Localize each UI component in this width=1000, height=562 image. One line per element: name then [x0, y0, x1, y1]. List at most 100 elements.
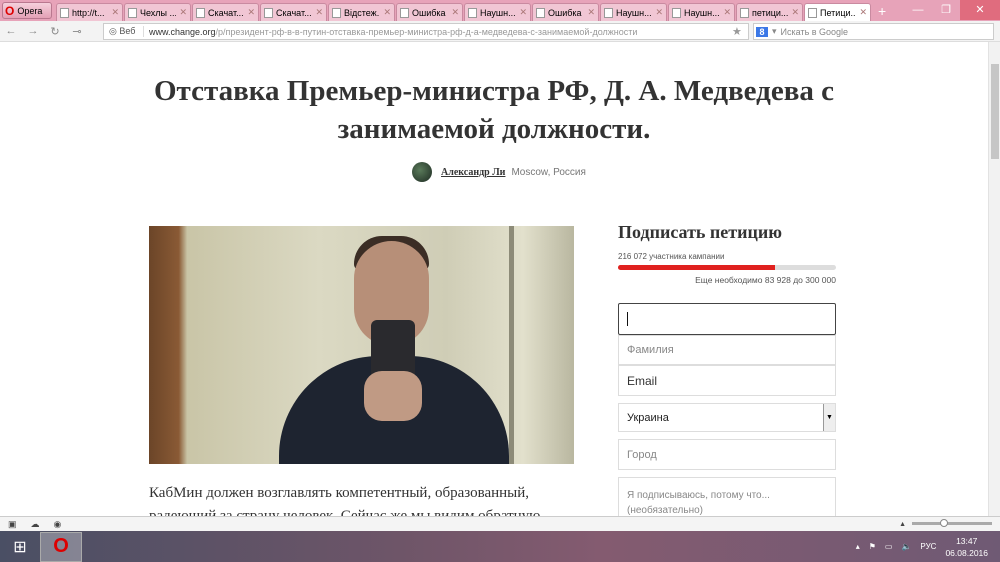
scrollbar[interactable]: [988, 42, 1000, 516]
browser-tab[interactable]: Наушн... ✕: [600, 3, 667, 21]
browser-tab[interactable]: Скачат... ✕: [260, 3, 327, 21]
clock-date: 06.08.2016: [945, 547, 988, 558]
clock-time: 13:47: [956, 535, 978, 546]
avatar[interactable]: [412, 162, 432, 182]
tab-bar: O Opera http://t... ✕ Чехлы ... ✕ Скачат... ✕ С…: [0, 0, 1000, 21]
tab-title: Петици...: [820, 7, 857, 18]
favicon-icon: [264, 7, 273, 18]
web-label: Веб: [119, 26, 136, 36]
zoom-slider[interactable]: [912, 519, 992, 527]
taskbar: ⊞ O ▴ ⚑ ▭ 🔈 РУС 13:47 06.08.2016: [0, 531, 1000, 562]
chevron-down-icon[interactable]: ▼: [823, 404, 835, 431]
back-icon[interactable]: ←: [0, 25, 22, 37]
last-name-input[interactable]: Фамилия: [618, 335, 836, 365]
tab-title: Чехлы ...: [140, 7, 177, 18]
supporter-count: 216 072 участника кампании: [618, 252, 725, 261]
bookmark-star-icon[interactable]: ★: [732, 25, 748, 38]
close-tab-icon[interactable]: ✕: [655, 7, 663, 18]
maximize-button[interactable]: ❐: [932, 0, 960, 20]
tab-title: Ошибка: [548, 7, 582, 18]
country-select[interactable]: Украина ▼: [618, 403, 836, 432]
opera-menu-label: Opera: [17, 5, 43, 16]
browser-tab[interactable]: Скачат... ✕: [192, 3, 259, 21]
tab-title: http://t...: [72, 7, 105, 18]
browser-tab[interactable]: Наушн... ✕: [668, 3, 735, 21]
zoom-icon: ▲: [899, 520, 906, 528]
reason-placeholder: Я подписываюсь, потому что... (необязате…: [627, 490, 770, 516]
network-icon[interactable]: ▭: [885, 542, 893, 551]
first-name-input[interactable]: [618, 303, 836, 335]
browser-tab[interactable]: Петици... ✕: [804, 3, 871, 21]
favicon-icon: [400, 7, 409, 18]
close-tab-icon[interactable]: ✕: [111, 7, 119, 18]
tab-title: Відстеж...: [344, 7, 381, 18]
tab-title: петици...: [752, 7, 789, 18]
url-input[interactable]: ◎ Веб www.change.org/p/президент-рф-в-в-…: [103, 23, 749, 40]
tab-title: Наушн...: [616, 7, 652, 18]
close-window-button[interactable]: ✕: [960, 0, 1000, 20]
browser-tab[interactable]: Ошибка ✕: [396, 3, 463, 21]
browser-tab[interactable]: Ошибка ✕: [532, 3, 599, 21]
author-line: Александр Ли Moscow, Россия: [412, 162, 586, 182]
favicon-icon: [468, 7, 477, 18]
close-tab-icon[interactable]: ✕: [723, 7, 731, 18]
key-icon[interactable]: ⊸: [66, 25, 88, 38]
city-placeholder: Город: [627, 448, 657, 461]
zoom-slider-handle[interactable]: [940, 519, 948, 527]
volume-icon[interactable]: 🔈: [901, 542, 911, 551]
tray-expand-icon[interactable]: ▴: [856, 542, 860, 551]
favicon-icon: [672, 7, 681, 18]
close-tab-icon[interactable]: ✕: [179, 7, 187, 18]
language-indicator[interactable]: РУС: [920, 542, 936, 551]
page-content: Отставка Премьер-министра РФ, Д. А. Медв…: [0, 42, 988, 516]
close-tab-icon[interactable]: ✕: [791, 7, 799, 18]
signatures-needed: Еще необходимо 83 928 до 300 000: [695, 275, 836, 285]
city-input[interactable]: Город: [618, 439, 836, 470]
search-placeholder: Искать в Google: [780, 26, 849, 37]
clock[interactable]: 13:47 06.08.2016: [945, 535, 988, 559]
tab-title: Ошибка: [412, 7, 446, 18]
browser-tab[interactable]: петици... ✕: [736, 3, 803, 21]
reason-textarea[interactable]: Я подписываюсь, потому что... (необязате…: [618, 477, 836, 516]
opera-menu-button[interactable]: O Opera: [2, 2, 52, 19]
close-tab-icon[interactable]: ✕: [859, 7, 867, 18]
favicon-icon: [332, 7, 341, 18]
close-tab-icon[interactable]: ✕: [247, 7, 255, 18]
new-tab-button[interactable]: +: [878, 3, 886, 19]
scrollbar-thumb[interactable]: [991, 64, 999, 159]
petition-text: КабМин должен возглавлять компетентный, …: [149, 485, 541, 516]
reload-icon[interactable]: ↻: [44, 25, 66, 38]
url-domain: www.change.org: [149, 26, 216, 37]
favicon-icon: [60, 7, 69, 18]
close-tab-icon[interactable]: ✕: [383, 7, 391, 18]
progress-fill: [618, 265, 775, 270]
windows-start-icon[interactable]: ⊞: [0, 537, 40, 557]
close-tab-icon[interactable]: ✕: [315, 7, 323, 18]
browser-tab[interactable]: Відстеж... ✕: [328, 3, 395, 21]
panel-toggle-icon[interactable]: ▣: [8, 519, 17, 530]
author-name-link[interactable]: Александр Ли: [441, 167, 505, 178]
tab-title: Скачат...: [276, 7, 312, 18]
google-icon: 8: [756, 26, 768, 37]
speed-dial-icon[interactable]: ◉: [54, 519, 62, 530]
email-input[interactable]: Email: [618, 365, 836, 396]
last-name-placeholder: Фамилия: [627, 344, 674, 356]
text-cursor: [627, 312, 628, 326]
favicon-icon: [128, 7, 137, 18]
country-value: Украина: [627, 411, 669, 424]
turbo-icon[interactable]: ☁: [31, 519, 40, 530]
close-tab-icon[interactable]: ✕: [587, 7, 595, 18]
forward-icon[interactable]: →: [22, 25, 44, 37]
flag-icon[interactable]: ⚑: [869, 542, 876, 551]
web-badge[interactable]: ◎ Веб: [104, 26, 144, 37]
taskbar-opera-icon[interactable]: O: [40, 531, 82, 562]
search-dropdown-icon[interactable]: ▾: [772, 26, 777, 37]
browser-tab[interactable]: Наушн... ✕: [464, 3, 531, 21]
close-tab-icon[interactable]: ✕: [451, 7, 459, 18]
browser-tab[interactable]: http://t... ✕: [56, 3, 123, 21]
browser-tab[interactable]: Чехлы ... ✕: [124, 3, 191, 21]
tab-title: Скачат...: [208, 7, 244, 18]
search-input[interactable]: 8 ▾ Искать в Google: [753, 23, 994, 40]
close-tab-icon[interactable]: ✕: [519, 7, 527, 18]
minimize-button[interactable]: —: [904, 0, 932, 20]
